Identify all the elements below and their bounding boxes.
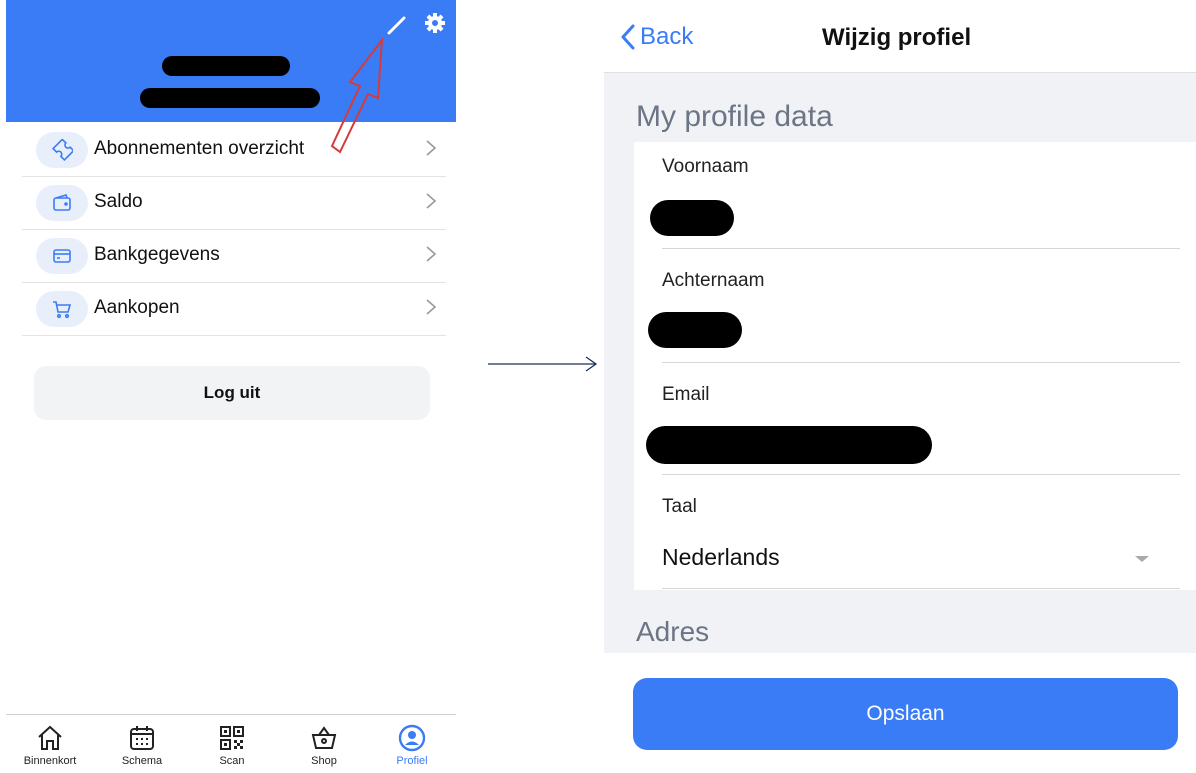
gear-icon[interactable] xyxy=(424,12,446,34)
divider xyxy=(662,588,1180,589)
divider xyxy=(662,248,1180,249)
redacted-name xyxy=(162,56,290,76)
tab-label: Shop xyxy=(311,755,337,767)
chevron-left-icon xyxy=(621,24,635,50)
tab-profiel[interactable]: Profiel xyxy=(372,719,452,773)
redacted-email xyxy=(140,88,320,108)
transition-arrow xyxy=(488,356,598,372)
first-name-label: Voornaam xyxy=(662,156,749,177)
home-icon xyxy=(38,725,62,750)
save-button[interactable]: Opslaan xyxy=(633,678,1178,750)
menu-item-aankopen[interactable]: Aankopen xyxy=(22,283,446,336)
dropdown-caret-icon xyxy=(1135,556,1149,562)
cart-icon xyxy=(36,291,88,327)
menu-label: Saldo xyxy=(94,191,143,212)
menu-item-bankgegevens[interactable]: Bankgegevens xyxy=(22,230,446,283)
calendar-icon xyxy=(130,726,154,750)
language-select[interactable]: Nederlands xyxy=(662,540,1158,576)
back-label: Back xyxy=(640,23,694,50)
divider xyxy=(662,362,1180,363)
language-value: Nederlands xyxy=(662,544,780,570)
basket-icon xyxy=(311,726,337,749)
tab-shop[interactable]: Shop xyxy=(284,719,364,773)
chevron-right-icon xyxy=(424,297,438,317)
navigation-bar: Back Wijzig profiel xyxy=(604,0,1196,73)
email-label: Email xyxy=(662,384,710,405)
tab-binnenkort[interactable]: Binnenkort xyxy=(10,719,90,773)
menu-label: Bankgegevens xyxy=(94,244,220,265)
tab-label: Scan xyxy=(219,755,245,767)
section-title-profile: My profile data xyxy=(636,100,833,133)
menu-label: Abonnementen overzicht xyxy=(94,138,305,159)
page-title: Wijzig profiel xyxy=(822,24,972,51)
logout-button[interactable]: Log uit xyxy=(34,366,430,420)
ticket-icon xyxy=(36,132,88,168)
back-button[interactable]: Back xyxy=(620,22,693,52)
section-title-address: Adres xyxy=(636,616,710,647)
language-label: Taal xyxy=(662,496,697,517)
chevron-right-icon xyxy=(424,244,438,264)
last-name-label: Achternaam xyxy=(662,270,765,291)
menu-label: Aankopen xyxy=(94,297,180,318)
tab-label: Profiel xyxy=(396,755,428,767)
menu-item-saldo[interactable]: Saldo xyxy=(22,177,446,230)
divider xyxy=(662,474,1180,475)
tab-label: Binnenkort xyxy=(23,755,77,767)
chevron-right-icon xyxy=(424,138,438,158)
tab-label: Schema xyxy=(121,755,163,767)
tab-schema[interactable]: Schema xyxy=(102,719,182,773)
bottom-tab-bar: Binnenkort Schema Scan Shop Profiel xyxy=(6,714,456,773)
chevron-right-icon xyxy=(424,191,438,211)
qr-icon xyxy=(220,726,244,750)
card-icon xyxy=(36,238,88,274)
first-name-field[interactable] xyxy=(650,200,734,236)
email-field[interactable] xyxy=(646,426,932,464)
last-name-field[interactable] xyxy=(648,312,742,348)
profile-icon xyxy=(398,724,426,752)
menu-item-abonnementen[interactable]: Abonnementen overzicht xyxy=(22,124,446,177)
wallet-icon xyxy=(36,185,88,221)
tab-scan[interactable]: Scan xyxy=(192,719,272,773)
